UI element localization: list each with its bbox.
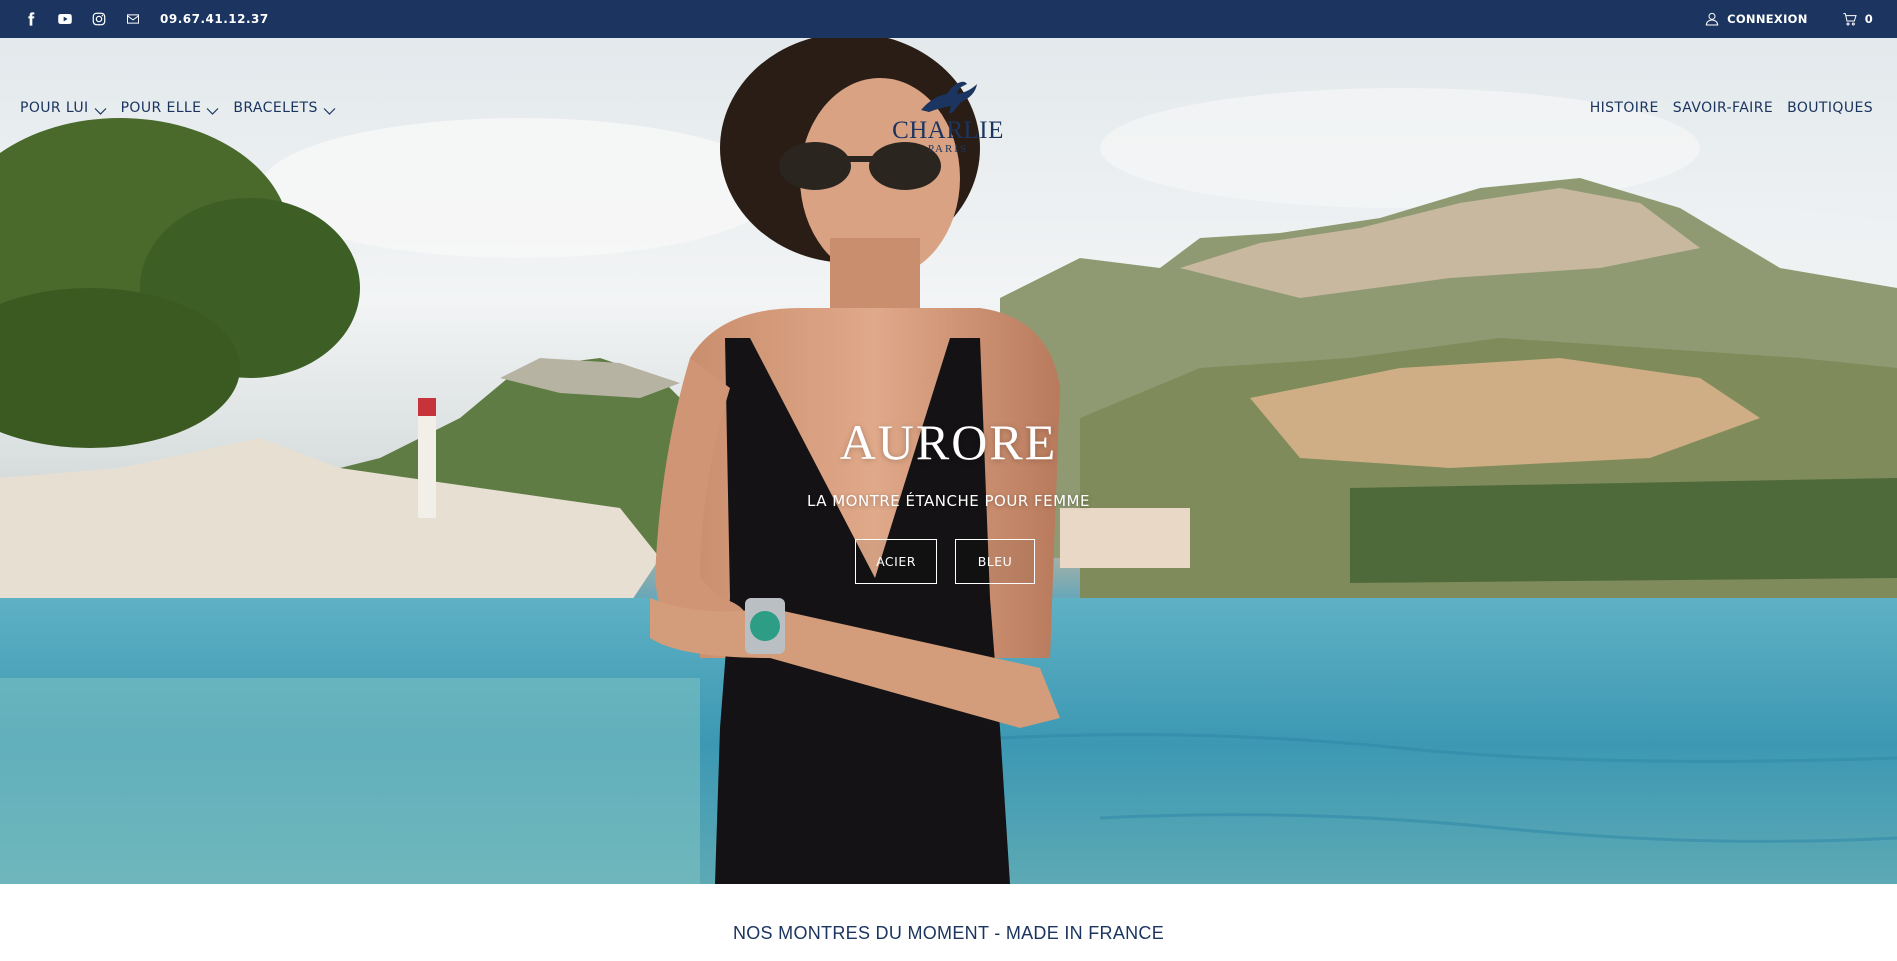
youtube-icon[interactable] xyxy=(56,10,74,28)
hero-title: AURORE xyxy=(839,414,1058,470)
chevron-down-icon xyxy=(206,104,219,115)
hero-subtitle: LA MONTRE ÉTANCHE POUR FEMME xyxy=(807,492,1090,510)
facebook-icon[interactable] xyxy=(22,10,40,28)
acier-button[interactable]: ACIER xyxy=(855,539,937,584)
nav-label: POUR ELLE xyxy=(120,100,202,116)
nav-savoir-faire[interactable]: SAVOIR-FAIRE xyxy=(1673,100,1773,116)
login-label: CONNEXION xyxy=(1727,12,1808,26)
phone-number[interactable]: 09.67.41.12.37 xyxy=(160,12,269,26)
nav-pour-elle[interactable]: POUR ELLE xyxy=(121,100,220,116)
nav-pour-lui[interactable]: POUR LUI xyxy=(20,100,107,116)
hero-buttons: ACIER BLEU xyxy=(855,539,1035,584)
nav-label: POUR LUI xyxy=(20,100,89,116)
logo-name: CHARLIE xyxy=(892,117,1004,144)
brand-logo[interactable]: CHARLIE PARIS xyxy=(888,78,1008,166)
user-icon xyxy=(1705,12,1719,26)
nav-histoire[interactable]: HISTOIRE xyxy=(1590,100,1659,116)
main-nav-left: POUR LUI POUR ELLE BRACELETS xyxy=(20,100,336,116)
nav-label: BRACELETS xyxy=(233,100,318,116)
chevron-down-icon xyxy=(94,104,107,115)
bleu-button[interactable]: BLEU xyxy=(955,539,1035,584)
main-nav-right: HISTOIRE SAVOIR-FAIRE BOUTIQUES xyxy=(1590,100,1873,116)
topbar-right: CONNEXION 0 xyxy=(1704,11,1873,27)
instagram-icon[interactable] xyxy=(90,10,108,28)
heron-icon xyxy=(921,81,977,114)
hero-banner: POUR LUI POUR ELLE BRACELETS HISTOIRE SA… xyxy=(0,38,1897,884)
chevron-down-icon xyxy=(323,104,336,115)
top-bar: 09.67.41.12.37 CONNEXION 0 xyxy=(0,0,1897,38)
login-link[interactable]: CONNEXION xyxy=(1704,11,1808,27)
cart-link[interactable]: 0 xyxy=(1842,11,1873,27)
topbar-left: 09.67.41.12.37 xyxy=(22,10,269,28)
cart-icon xyxy=(1843,13,1857,26)
mail-icon[interactable] xyxy=(124,10,142,28)
logo-sub: PARIS xyxy=(927,143,969,155)
section-title: NOS MONTRES DU MOMENT - MADE IN FRANCE xyxy=(732,923,1165,943)
nav-bracelets[interactable]: BRACELETS xyxy=(233,100,336,116)
cart-count: 0 xyxy=(1864,12,1873,26)
nav-boutiques[interactable]: BOUTIQUES xyxy=(1787,100,1873,116)
